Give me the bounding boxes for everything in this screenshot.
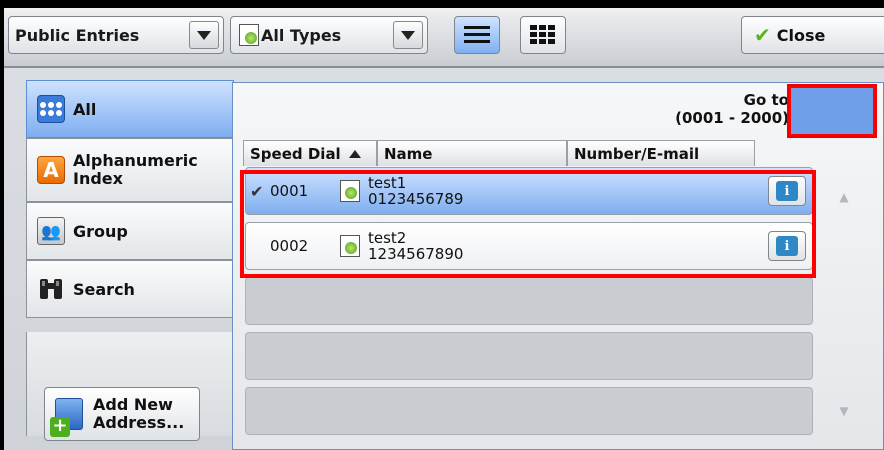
toolbar: Public Entries All Types ✔ Close [4,8,884,68]
address-book-screen: Public Entries All Types ✔ Close All A A… [4,8,884,450]
close-button-label: Close [776,25,826,45]
binoculars-icon [37,275,65,303]
address-grid-icon [37,95,65,123]
scroll-up-icon[interactable]: ▲ [817,173,871,221]
close-button[interactable]: ✔ Close [741,16,884,54]
add-address-book-icon [50,398,83,437]
letter-a-icon: A [37,156,65,184]
grid-view-button[interactable] [520,16,566,54]
sort-ascending-icon [348,149,361,158]
types-dropdown[interactable]: All Types [230,16,428,54]
goto-range: (0001 - 2000) [675,109,789,127]
add-line2: Address... [93,413,185,432]
column-header-number-email[interactable]: Number/E-mail [567,140,755,166]
entries-dropdown-value: Public Entries [15,25,140,45]
tab-group-label: Group [73,221,128,241]
column-header-speed-dial[interactable]: Speed Dial [243,140,377,166]
add-line1: Add New [93,395,173,414]
grid-view-icon [530,25,555,44]
tab-alphanumeric-index[interactable]: A Alphanumeric Index [26,138,234,202]
tab-all-label: All [73,99,97,119]
goto-label: Go to (0001 - 2000) [675,91,789,127]
add-new-address-label: Add New Address... [93,396,184,432]
tab-alphanumeric-line2: Index [73,169,123,188]
column-header-name[interactable]: Name [377,140,567,166]
tab-alphanumeric-label: Alphanumeric Index [73,152,198,188]
add-new-address-button[interactable]: Add New Address... [44,387,200,441]
tab-all[interactable]: All [26,80,234,138]
speed-dial-header-label: Speed Dial [250,144,341,163]
scrollbar[interactable]: ▲ ▼ [817,173,871,443]
tab-search-label: Search [73,279,135,299]
empty-row [245,332,813,380]
highlight-rows-annotation [240,170,816,278]
scroll-down-icon[interactable]: ▼ [817,387,871,435]
goto-text: Go to [743,91,789,109]
types-dropdown-value: All Types [261,25,342,45]
chevron-down-icon[interactable] [189,21,219,49]
checkmark-icon: ✔ [754,23,771,47]
empty-row [245,277,813,325]
tab-alphanumeric-line1: Alphanumeric [73,151,198,170]
entries-dropdown[interactable]: Public Entries [8,16,224,54]
scroll-track [817,221,871,387]
tab-group[interactable]: 👥 Group [26,202,234,260]
chevron-down-icon[interactable] [393,21,423,49]
goto-input[interactable] [787,84,877,138]
document-type-icon [239,24,259,46]
list-view-button[interactable] [454,16,500,54]
group-icon: 👥 [37,217,65,245]
tab-search[interactable]: Search [26,260,234,318]
empty-row [245,387,813,435]
name-header-label: Name [384,144,433,163]
number-header-label: Number/E-mail [574,144,700,163]
list-view-icon [464,26,490,43]
